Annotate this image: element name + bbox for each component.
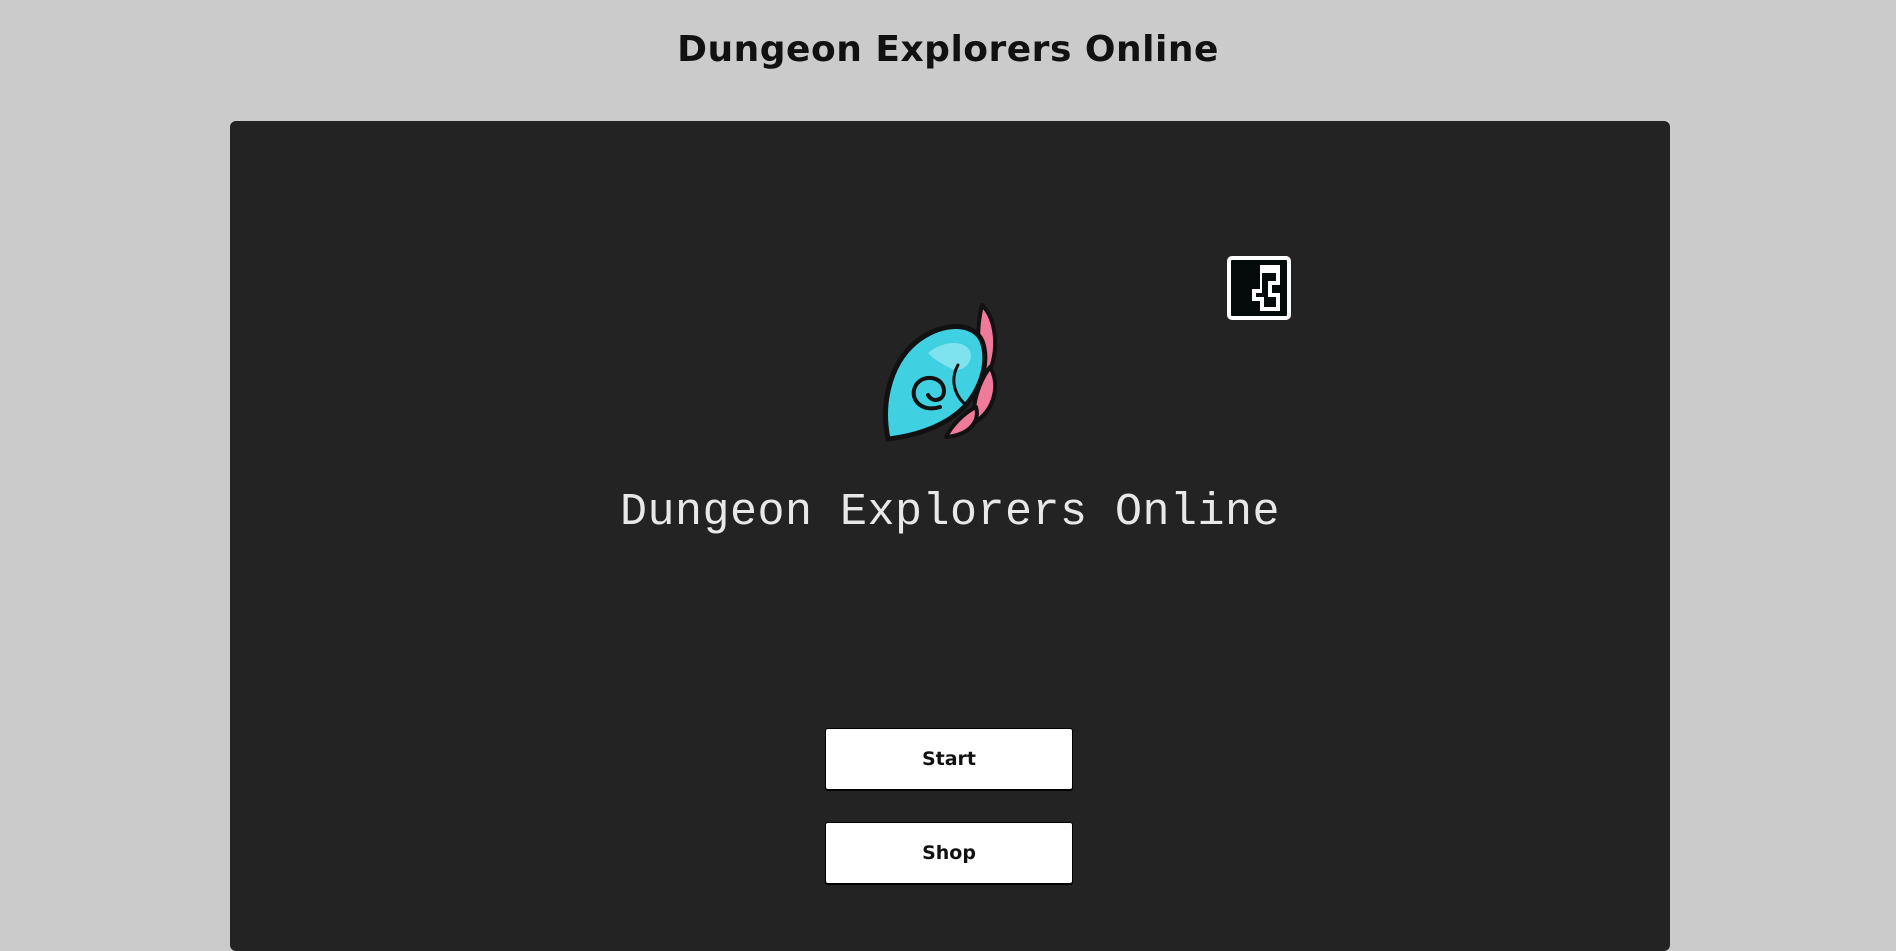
feather-emblem-icon [883,303,998,442]
puzzle-piece-icon[interactable] [1226,255,1292,321]
start-button[interactable]: Start [825,728,1073,790]
game-canvas[interactable]: Dungeon Explorers Online Start Shop [230,121,1670,951]
page-header-title: Dungeon Explorers Online [677,29,1219,70]
game-title: Dungeon Explorers Online [619,487,1281,538]
shop-button[interactable]: Shop [825,822,1073,884]
